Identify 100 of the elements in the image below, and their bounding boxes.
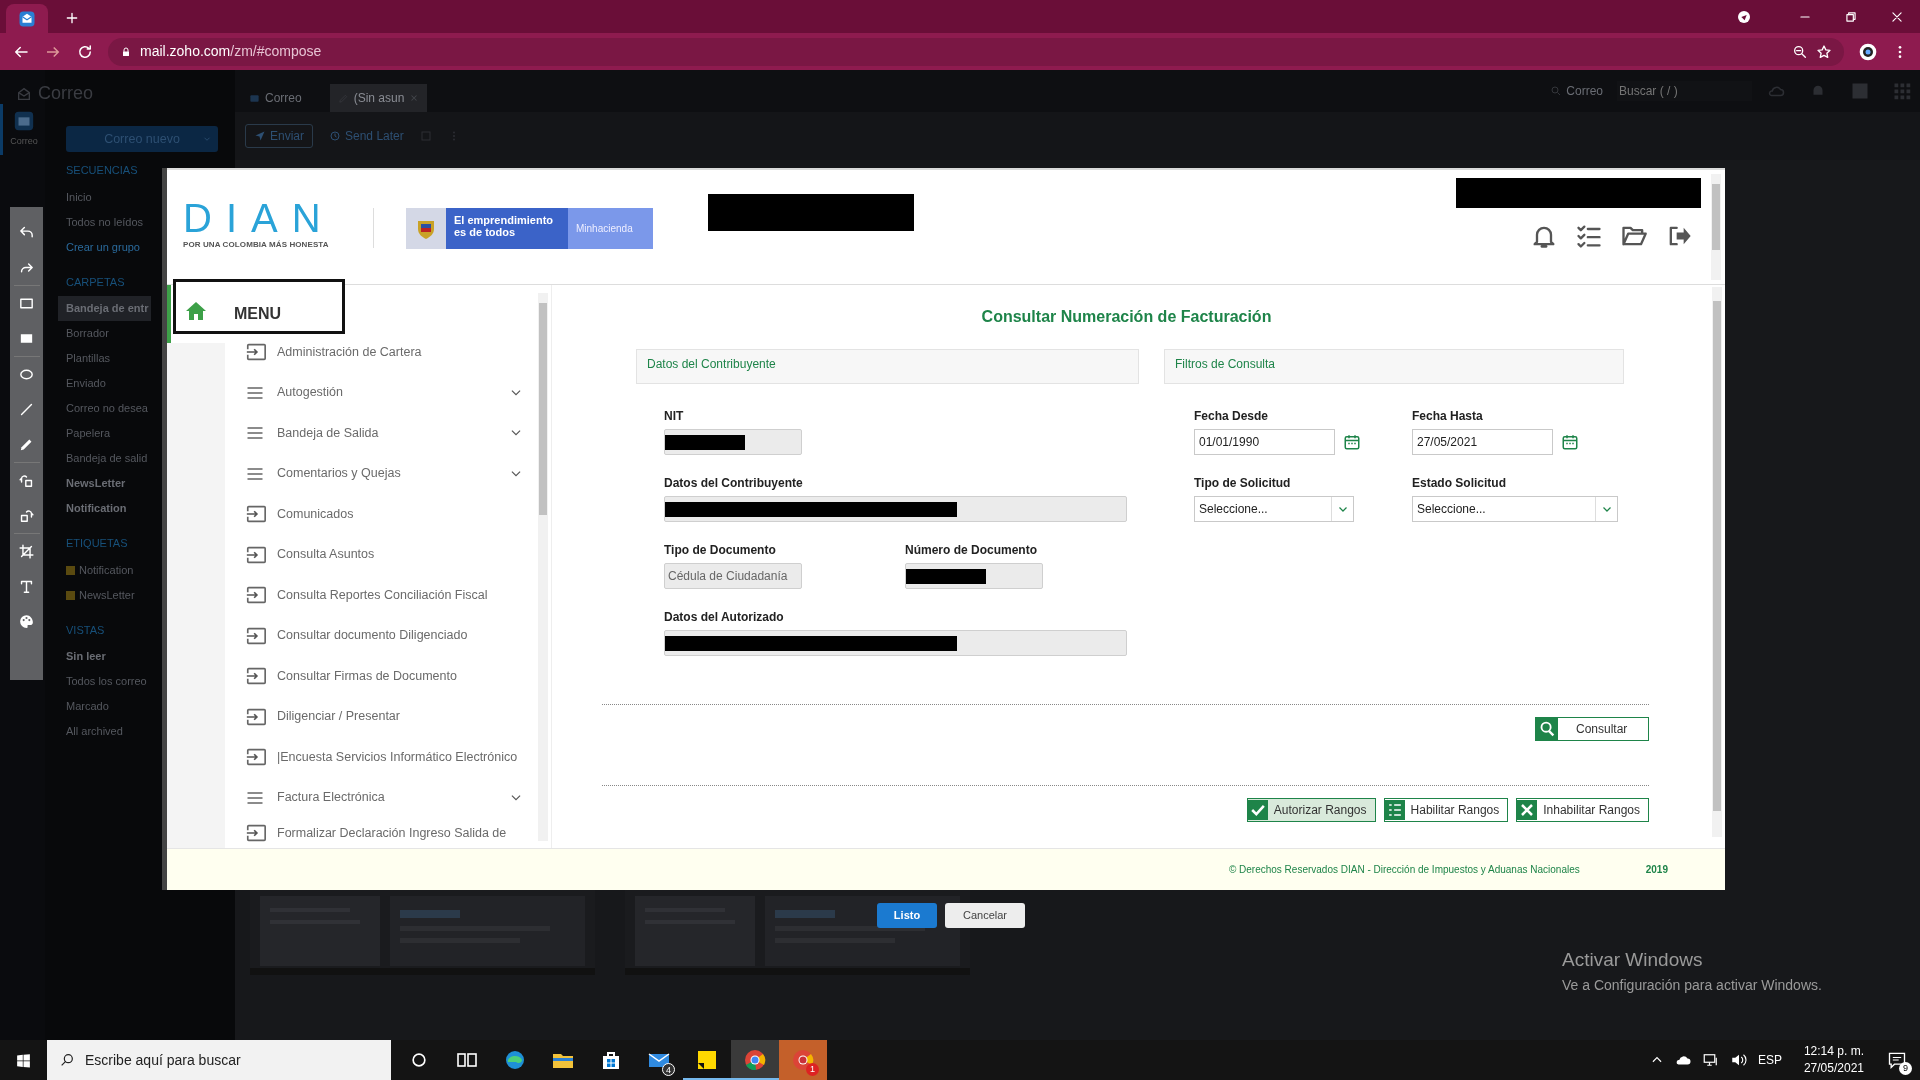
menu-item[interactable]: Administración de Cartera bbox=[245, 332, 551, 373]
menu-item[interactable]: Formalizar Declaración Ingreso Salida de bbox=[245, 818, 551, 848]
notification-badge: 4 bbox=[662, 1063, 675, 1076]
calendar-icon[interactable] bbox=[1561, 433, 1579, 451]
folder-item[interactable]: Bandeja de entr bbox=[58, 296, 151, 321]
text-field[interactable] bbox=[664, 429, 802, 455]
date-field[interactable]: 01/01/1990 bbox=[1194, 429, 1335, 455]
send-icon bbox=[254, 130, 266, 142]
reload-icon[interactable] bbox=[76, 42, 94, 61]
zoom-icon[interactable] bbox=[1792, 43, 1808, 60]
mail-icon bbox=[249, 92, 260, 104]
folder-item[interactable]: All archived bbox=[58, 719, 125, 744]
text-field[interactable] bbox=[664, 630, 1127, 656]
menu-item[interactable]: Comentarios y Quejas bbox=[245, 453, 551, 494]
section-panel: Filtros de Consulta bbox=[1164, 349, 1624, 384]
activation-text: Ve a Configuración para activar Windows. bbox=[1562, 975, 1822, 995]
field-label: Número de Documento bbox=[905, 542, 1038, 556]
logo-tagline: POR UNA COLOMBIA MÁS HONESTA bbox=[183, 239, 330, 251]
address-bar[interactable]: mail.zoho.com/zm/#compose bbox=[108, 37, 1844, 66]
dropdown[interactable]: Seleccione... bbox=[1194, 496, 1354, 522]
windows-icon bbox=[15, 1051, 32, 1069]
folder-item[interactable]: Todos no leídos bbox=[58, 209, 146, 235]
language-indicator[interactable]: ESP bbox=[1757, 1051, 1782, 1069]
menu-item[interactable]: Consulta Reportes Conciliación Fiscal bbox=[245, 575, 551, 616]
browser-icon bbox=[503, 1048, 527, 1072]
search-field[interactable]: Escribe aquí para buscar bbox=[47, 1040, 391, 1080]
text-icon[interactable] bbox=[18, 578, 35, 595]
menu-item[interactable]: Autogestión bbox=[245, 372, 551, 413]
activation-title: Activar Windows bbox=[1562, 948, 1704, 972]
text-field[interactable] bbox=[664, 496, 1127, 522]
menu-item[interactable]: Factura Electrónica bbox=[245, 777, 551, 818]
folder-item[interactable]: NewsLetter bbox=[58, 582, 137, 608]
palette-icon[interactable] bbox=[18, 613, 35, 630]
section-heading: ETIQUETAS bbox=[66, 536, 128, 551]
copyright-text: © Derechos Reservados DIAN - Dirección de Impuestos y Aduanas Nacionales bbox=[1228, 863, 1580, 877]
field-label: Fecha Hasta bbox=[1412, 408, 1484, 422]
menu-item[interactable]: Consulta Asuntos bbox=[245, 534, 551, 575]
crop-icon[interactable] bbox=[18, 543, 35, 560]
folder-item[interactable]: Sin leer bbox=[58, 644, 108, 669]
home-icon bbox=[184, 299, 208, 323]
field-label: Tipo de Documento bbox=[664, 542, 777, 556]
folder-item[interactable]: Correo no desea bbox=[58, 396, 150, 421]
taskbar-button[interactable] bbox=[731, 1040, 779, 1080]
line-icon[interactable] bbox=[18, 401, 35, 418]
network-icon[interactable] bbox=[1701, 1051, 1720, 1069]
text-field[interactable]: Cédula de Ciudadanía bbox=[664, 563, 802, 589]
menu-header[interactable]: MENU bbox=[173, 279, 345, 334]
menu-item[interactable]: |Encuesta Servicios Informático Electrónico bbox=[245, 737, 551, 778]
search-icon bbox=[59, 1052, 75, 1068]
action-button[interactable]: Inhabilitar Rangos bbox=[1516, 798, 1649, 822]
field-label: Datos del Autorizado bbox=[664, 609, 785, 623]
notification-button[interactable]: 9 bbox=[1882, 1040, 1912, 1080]
enter-icon bbox=[245, 822, 267, 844]
taskbar-button[interactable]: 4 bbox=[635, 1040, 683, 1080]
app-tab[interactable]: (Sin asun bbox=[329, 84, 428, 112]
menu-item[interactable]: Bandeja de Salida bbox=[245, 413, 551, 454]
browser-tab[interactable] bbox=[6, 4, 48, 33]
date-field[interactable]: 27/05/2021 bbox=[1412, 429, 1553, 455]
calendar-icon[interactable] bbox=[1343, 433, 1361, 451]
dropdown[interactable]: Seleccione... bbox=[1412, 496, 1618, 522]
search-scope[interactable]: Correo bbox=[1550, 82, 1603, 100]
year-text: 2019 bbox=[1645, 863, 1668, 877]
text-field[interactable] bbox=[905, 563, 1043, 589]
logo-text: DIAN bbox=[183, 200, 336, 236]
action-button[interactable]: Habilitar Rangos bbox=[1383, 798, 1509, 822]
folder-item[interactable]: Notification bbox=[58, 496, 129, 521]
star-icon[interactable] bbox=[1816, 43, 1832, 60]
sticky-note-icon bbox=[695, 1048, 719, 1072]
clock[interactable]: 12:14 p. m. 27/05/2021 bbox=[1803, 1043, 1864, 1077]
menu-item[interactable]: Comunicados bbox=[245, 494, 551, 535]
menu-item[interactable]: Consultar documento Diligenciado bbox=[245, 615, 551, 656]
checklist-icon[interactable] bbox=[1575, 222, 1603, 250]
folder-item[interactable]: Todos los correo bbox=[58, 669, 149, 694]
page-title: Consultar Numeración de Facturación bbox=[980, 307, 1273, 327]
search-button[interactable]: Consultar bbox=[1535, 717, 1649, 741]
section-heading: SECUENCIAS bbox=[66, 163, 138, 178]
section-heading: CARPETAS bbox=[66, 274, 125, 290]
field-label: Tipo de Solicitud bbox=[1194, 475, 1292, 489]
rotate-left-icon[interactable] bbox=[18, 472, 35, 489]
dialog-button[interactable]: Cancelar bbox=[945, 903, 1025, 928]
dialog-button[interactable]: Listo bbox=[877, 903, 937, 928]
notification-badge: 9 bbox=[1899, 1062, 1912, 1075]
folder-item[interactable]: NewsLetter bbox=[58, 471, 128, 496]
folder-item[interactable]: Bandeja de salid bbox=[58, 446, 150, 471]
account-icon[interactable] bbox=[1858, 41, 1878, 62]
menu-item[interactable]: Diligenciar / Presentar bbox=[245, 696, 551, 737]
restore-icon[interactable] bbox=[1844, 10, 1858, 24]
action-button[interactable]: Autorizar Rangos bbox=[1246, 798, 1376, 822]
folder-item[interactable]: Notification bbox=[58, 557, 136, 583]
folder-item[interactable]: Marcado bbox=[58, 694, 111, 719]
close-icon[interactable] bbox=[1890, 10, 1904, 24]
cross-icon bbox=[1517, 800, 1538, 820]
profile-icon bbox=[1736, 9, 1752, 25]
taskbar-button[interactable]: 1 bbox=[779, 1040, 827, 1080]
new-tab-icon bbox=[64, 10, 80, 26]
rotate-right-icon[interactable] bbox=[18, 507, 35, 524]
chrome-icon bbox=[743, 1048, 767, 1072]
app-tab[interactable]: Correo bbox=[241, 84, 310, 112]
menu-item[interactable]: Consultar Firmas de Documento bbox=[245, 656, 551, 697]
folder-item[interactable]: Crear un grupo bbox=[58, 234, 142, 260]
